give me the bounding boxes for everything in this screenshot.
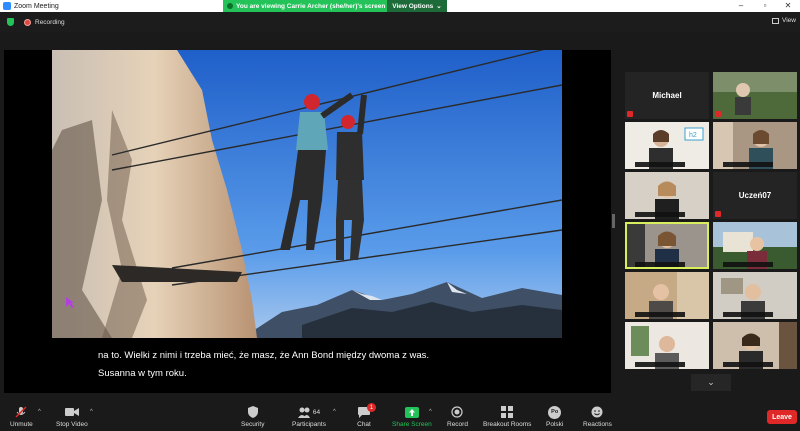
leave-button[interactable]: Leave <box>767 410 797 424</box>
recording-icon <box>24 18 31 26</box>
chat-unread-badge: 1 <box>367 403 376 412</box>
muted-microphone-icon <box>14 406 28 418</box>
meeting-status-bar: Recording View <box>0 12 800 32</box>
participants-label: Participants <box>292 421 326 428</box>
maximize-icon[interactable]: ▫ <box>753 0 777 12</box>
language-interpretation-button[interactable]: Po Polski <box>546 405 564 428</box>
shared-slide-image <box>52 50 562 338</box>
participants-options-caret-icon[interactable]: ^ <box>333 409 336 415</box>
encryption-shield-icon[interactable] <box>7 18 14 26</box>
security-shield-icon <box>246 406 260 418</box>
share-screen-button[interactable]: Share Screen <box>392 406 432 428</box>
chevron-down-icon: ⌄ <box>707 377 715 387</box>
language-icon: Po <box>548 405 562 419</box>
window-title: Zoom Meeting <box>14 2 59 10</box>
meeting-toolbar: Unmute ^ Stop Video ^ Security 64 Partic… <box>0 400 800 431</box>
caption-line-1: na to. Wielki z nimi i trzeba mieć, że m… <box>98 350 430 361</box>
unmute-button[interactable]: Unmute <box>10 406 33 428</box>
chat-icon: 1 <box>357 403 376 418</box>
participant-tile[interactable]: h2 <box>625 122 709 169</box>
participants-icon <box>297 407 310 418</box>
gallery-scroll-down-button[interactable]: ⌄ <box>691 374 731 391</box>
shared-screen-stage[interactable]: na to. Wielki z nimi i trzeba mieć, że m… <box>4 50 611 393</box>
participant-name <box>713 72 797 119</box>
participant-tile[interactable] <box>713 222 797 269</box>
participant-tile[interactable] <box>625 322 709 369</box>
participant-tile[interactable] <box>625 172 709 219</box>
participant-name: Uczeń07 <box>738 191 772 200</box>
audio-options-caret-icon[interactable]: ^ <box>38 409 41 415</box>
reactions-label: Reactions <box>583 421 612 428</box>
record-label: Record <box>447 421 468 428</box>
recording-label: Recording <box>35 18 65 26</box>
muted-mic-icon <box>715 211 721 217</box>
participant-tile[interactable] <box>713 122 797 169</box>
language-icon-text: Po <box>548 405 562 419</box>
view-options-button[interactable]: View Options ⌄ <box>387 0 447 12</box>
view-button[interactable]: View <box>772 17 796 24</box>
language-label: Polski <box>546 421 564 428</box>
video-camera-icon <box>64 406 79 418</box>
participant-tile[interactable]: Michael <box>625 72 709 119</box>
mouse-pointer-icon <box>66 297 74 308</box>
breakout-rooms-button[interactable]: Breakout Rooms <box>483 406 531 428</box>
name-label-bar <box>723 162 773 167</box>
name-label-bar <box>635 212 685 217</box>
name-label-bar <box>723 262 773 267</box>
share-screen-icon <box>404 406 419 418</box>
name-label-bar <box>635 162 685 167</box>
participants-count: 64 <box>312 408 321 416</box>
minimize-icon[interactable]: – <box>729 0 753 12</box>
security-label: Security <box>241 421 265 428</box>
participant-tile[interactable] <box>713 72 797 119</box>
participant-name: Michael <box>652 91 682 100</box>
close-icon[interactable]: ✕ <box>776 0 800 12</box>
participants-icon-group: 64 <box>294 406 324 418</box>
grid-view-icon <box>772 17 780 24</box>
unmute-label: Unmute <box>10 421 33 428</box>
participant-tile-active-speaker[interactable] <box>625 222 709 269</box>
closed-captions: na to. Wielki z nimi i trzeba mieć, że m… <box>98 347 548 383</box>
chat-label: Chat <box>357 421 371 428</box>
leave-label: Leave <box>772 413 792 421</box>
record-icon <box>450 406 464 418</box>
via-ferrata-photo <box>52 50 562 338</box>
share-options-caret-icon[interactable]: ^ <box>429 409 432 415</box>
name-label-bar <box>723 362 773 367</box>
zoom-app-icon <box>3 2 11 10</box>
muted-mic-icon <box>715 111 721 117</box>
view-label: View <box>782 17 796 24</box>
name-label-bar <box>635 362 685 367</box>
participant-tile[interactable] <box>713 322 797 369</box>
participants-button[interactable]: 64 Participants <box>292 406 326 428</box>
security-button[interactable]: Security <box>241 406 264 428</box>
reactions-button[interactable]: Reactions <box>583 406 612 428</box>
reactions-smiley-icon <box>590 406 604 418</box>
chevron-down-icon: ⌄ <box>436 3 442 10</box>
participant-tile[interactable]: Uczeń07 <box>713 172 797 219</box>
video-options-caret-icon[interactable]: ^ <box>90 409 93 415</box>
share-screen-label: Share Screen <box>392 421 432 428</box>
chat-button[interactable]: 1 Chat <box>357 403 376 428</box>
stop-video-label: Stop Video <box>56 421 88 428</box>
share-banner-message-area: You are viewing Carrie Archer (she/her)'… <box>223 0 387 12</box>
share-indicator-icon <box>227 3 233 9</box>
muted-mic-icon <box>627 111 633 117</box>
name-label-bar <box>635 262 685 267</box>
view-options-label: View Options <box>392 2 434 10</box>
breakout-rooms-label: Breakout Rooms <box>483 421 532 428</box>
name-label-bar <box>723 312 773 317</box>
breakout-rooms-icon <box>500 406 514 418</box>
participant-tile[interactable] <box>713 272 797 319</box>
share-banner-text: You are viewing Carrie Archer (she/her)'… <box>236 2 386 10</box>
name-label-bar <box>635 312 685 317</box>
record-button[interactable]: Record <box>447 406 468 428</box>
participant-tile[interactable] <box>625 272 709 319</box>
screen-share-banner: You are viewing Carrie Archer (she/her)'… <box>223 0 447 12</box>
panel-resize-handle[interactable] <box>612 214 615 228</box>
stop-video-button[interactable]: Stop Video <box>56 406 88 428</box>
caption-line-2: Susanna w tym roku. <box>98 368 187 379</box>
